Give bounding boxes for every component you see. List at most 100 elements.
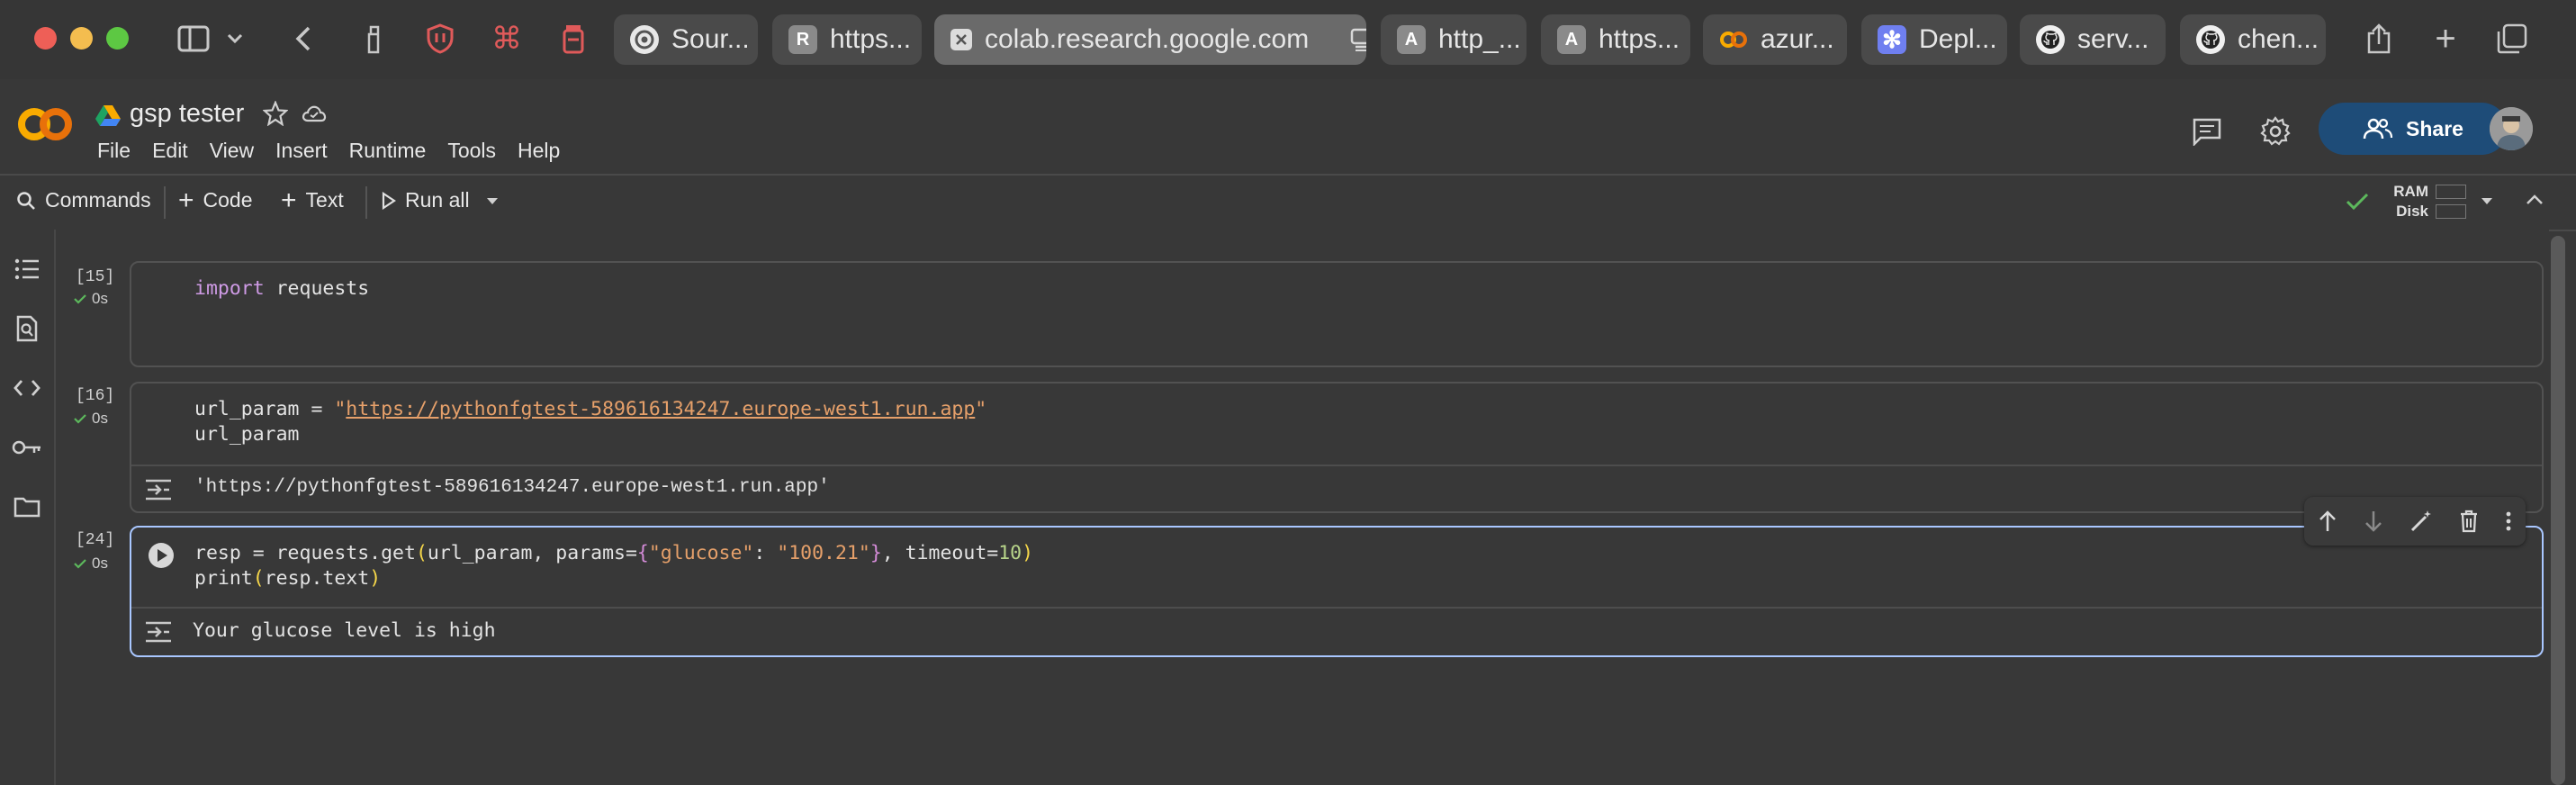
avatar[interactable] bbox=[2490, 107, 2533, 150]
tab-label: colab.research.google.com bbox=[985, 24, 1310, 54]
collapse-header-icon[interactable] bbox=[2526, 194, 2544, 205]
browser-tab-7[interactable]: serv... bbox=[2020, 14, 2166, 65]
cell-output-text: 'https://pythonfgtest-589616134247.europ… bbox=[194, 477, 830, 498]
code-label: Code bbox=[203, 188, 253, 212]
menu-runtime[interactable]: Runtime bbox=[349, 139, 427, 163]
code-cell[interactable]: url_param = "https://pythonfgtest-589616… bbox=[130, 382, 2544, 513]
run-cell-play-icon[interactable] bbox=[148, 542, 175, 573]
menu-view[interactable]: View bbox=[210, 139, 254, 163]
add-code-cell-button[interactable]: + Code bbox=[178, 185, 253, 215]
code-line[interactable]: print(resp.text) bbox=[194, 567, 381, 590]
ram-label: RAM bbox=[2393, 183, 2428, 200]
execution-count: [24] bbox=[76, 531, 115, 549]
find-replace-icon[interactable] bbox=[11, 312, 43, 345]
string-token: " bbox=[334, 398, 347, 420]
spray-bottle-icon[interactable] bbox=[353, 18, 394, 59]
share-button[interactable]: Share bbox=[2319, 103, 2508, 155]
close-icon[interactable] bbox=[950, 29, 972, 50]
function-token: print bbox=[194, 567, 253, 590]
browser-tab-1[interactable]: R https... bbox=[772, 14, 922, 65]
execution-time-label: 0s bbox=[92, 410, 108, 427]
url-link[interactable]: https://pythonfgtest-589616134247.europe… bbox=[346, 398, 975, 420]
code-snippets-icon[interactable] bbox=[11, 372, 43, 404]
tab-label: https... bbox=[1599, 24, 1680, 54]
browser-tab-8[interactable]: chen... bbox=[2180, 14, 2326, 65]
chevron-down-icon[interactable] bbox=[221, 18, 248, 59]
add-text-cell-button[interactable]: + Text bbox=[281, 185, 344, 215]
table-of-contents-icon[interactable] bbox=[11, 253, 43, 285]
maximize-window-button[interactable] bbox=[106, 27, 129, 50]
runtime-dropdown-icon[interactable] bbox=[2481, 197, 2493, 205]
output-actions-icon[interactable] bbox=[144, 619, 173, 645]
reader-mode-icon[interactable] bbox=[1350, 28, 1366, 51]
plus-icon: + bbox=[281, 185, 297, 215]
more-options-icon[interactable] bbox=[2505, 510, 2512, 532]
tab-label: azur... bbox=[1761, 24, 1834, 54]
code-cell[interactable]: import requests bbox=[130, 261, 2544, 367]
r-letter-icon: R bbox=[788, 25, 817, 54]
magic-wand-icon[interactable] bbox=[2409, 510, 2433, 533]
menu-file[interactable]: File bbox=[97, 139, 131, 163]
toolbar-divider bbox=[365, 186, 367, 219]
notebook-title[interactable]: gsp tester bbox=[130, 99, 244, 129]
code-line[interactable]: resp = requests.get(url_param, params={"… bbox=[194, 542, 1033, 564]
github-icon bbox=[2036, 25, 2065, 54]
new-tab-plus-icon[interactable]: + bbox=[2425, 18, 2466, 59]
output-divider bbox=[131, 607, 2542, 609]
ram-usage-bar[interactable] bbox=[2436, 185, 2466, 199]
browser-tab-6[interactable]: ✻ Depl... bbox=[1861, 14, 2007, 65]
code-cell-focused[interactable]: resp = requests.get(url_param, params={"… bbox=[130, 526, 2544, 657]
code-token: resp.text bbox=[264, 567, 370, 590]
search-icon bbox=[16, 191, 36, 211]
move-up-arrow-icon[interactable] bbox=[2318, 510, 2337, 533]
files-folder-icon[interactable] bbox=[11, 491, 43, 523]
cloud-saved-icon[interactable] bbox=[301, 103, 328, 129]
star-icon[interactable] bbox=[262, 100, 289, 131]
menu-help[interactable]: Help bbox=[518, 139, 560, 163]
browser-tab-5[interactable]: azur... bbox=[1703, 14, 1847, 65]
plus-icon: + bbox=[178, 185, 194, 215]
share-upload-icon[interactable] bbox=[2358, 18, 2400, 59]
code-line[interactable]: import requests bbox=[194, 277, 369, 300]
text-label: Text bbox=[305, 188, 344, 212]
browser-tab-0[interactable]: Sour... bbox=[614, 14, 758, 65]
sidebar-toggle-icon[interactable] bbox=[173, 18, 214, 59]
back-arrow-icon[interactable] bbox=[283, 18, 324, 59]
code-token: , timeout= bbox=[881, 542, 999, 564]
tab-label: Depl... bbox=[1919, 24, 1997, 54]
jar-extension-icon[interactable] bbox=[553, 18, 594, 59]
disk-usage-bar[interactable] bbox=[2436, 204, 2466, 219]
run-all-dropdown-icon[interactable] bbox=[486, 197, 499, 205]
comments-icon[interactable] bbox=[2189, 113, 2225, 149]
secrets-key-icon[interactable] bbox=[11, 431, 43, 464]
menu-edit[interactable]: Edit bbox=[152, 139, 188, 163]
menu-tools[interactable]: Tools bbox=[447, 139, 496, 163]
shield-extension-icon[interactable] bbox=[419, 18, 461, 59]
move-down-arrow-icon[interactable] bbox=[2364, 510, 2383, 533]
execution-count: [15] bbox=[76, 268, 115, 286]
colab-logo-icon[interactable] bbox=[16, 106, 76, 142]
tab-label: Sour... bbox=[671, 24, 750, 54]
vertical-scrollbar[interactable] bbox=[2551, 236, 2565, 785]
browser-tab-3[interactable]: A http_... bbox=[1381, 14, 1527, 65]
tab-overview-icon[interactable] bbox=[2491, 18, 2533, 59]
minimize-window-button[interactable] bbox=[70, 27, 93, 50]
settings-gear-icon[interactable] bbox=[2257, 113, 2293, 149]
code-token: resp = requests.get bbox=[194, 542, 416, 564]
bracket-token: ) bbox=[369, 567, 382, 590]
output-actions-icon[interactable] bbox=[144, 477, 173, 502]
code-line[interactable]: url_param bbox=[194, 423, 300, 446]
browser-tab-bar: ⌘ Sour... R https... colab.research.goog… bbox=[0, 0, 2576, 79]
run-all-button[interactable]: Run all bbox=[382, 188, 470, 212]
browser-tab-active[interactable]: colab.research.google.com bbox=[934, 14, 1366, 65]
menu-insert[interactable]: Insert bbox=[275, 139, 328, 163]
delete-trash-icon[interactable] bbox=[2459, 510, 2479, 533]
close-window-button[interactable] bbox=[34, 27, 57, 50]
command-key-icon[interactable]: ⌘ bbox=[486, 18, 527, 59]
code-token: url_param = bbox=[194, 398, 335, 420]
browser-tab-4[interactable]: A https... bbox=[1541, 14, 1690, 65]
code-line[interactable]: url_param = "https://pythonfgtest-589616… bbox=[194, 398, 986, 420]
commands-button[interactable]: Commands bbox=[16, 188, 151, 212]
colab-logo-icon bbox=[1719, 25, 1748, 54]
a-letter-icon: A bbox=[1397, 25, 1426, 54]
